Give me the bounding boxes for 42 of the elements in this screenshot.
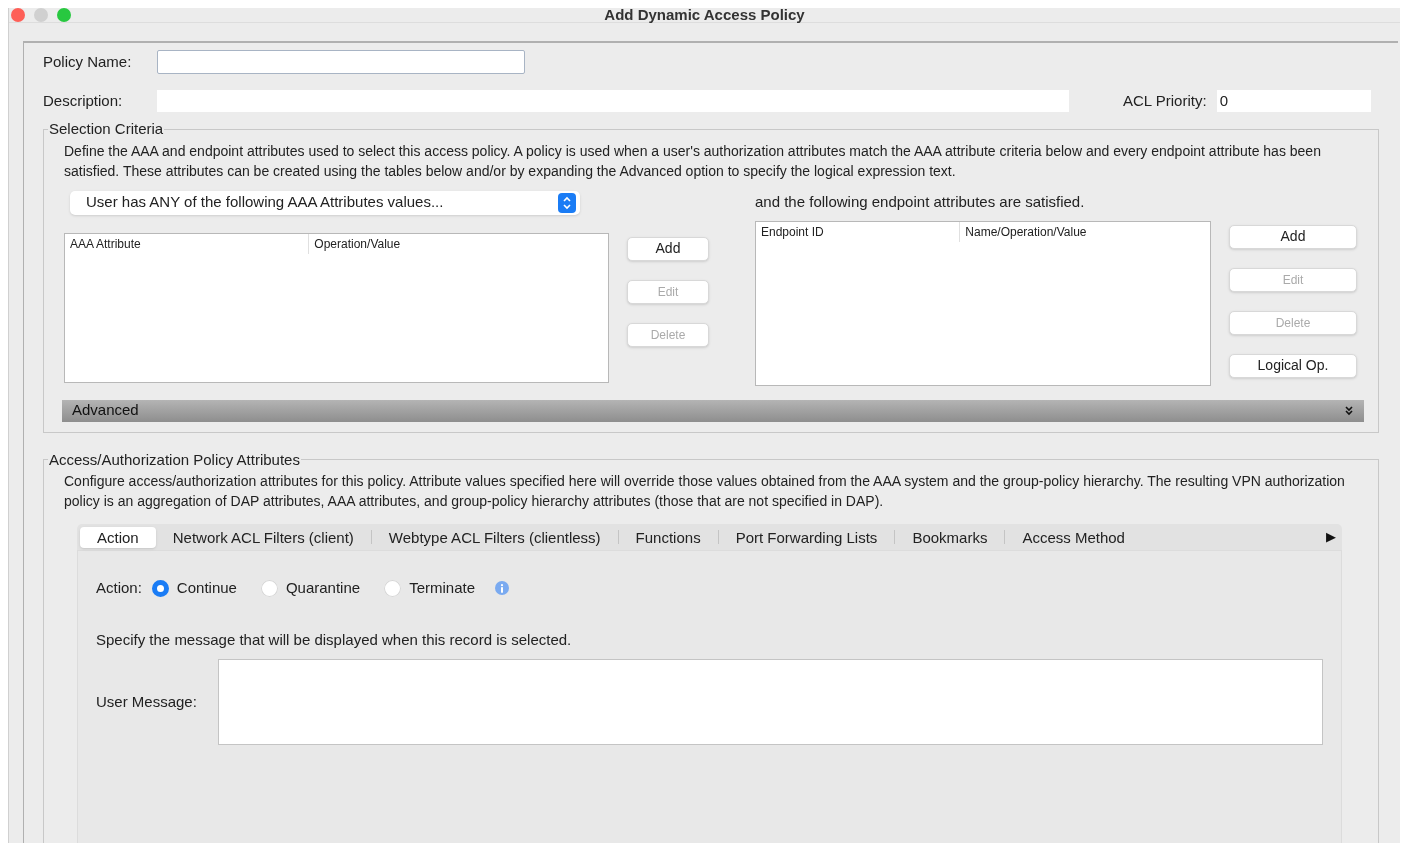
field-label: Action: [96,578,142,598]
tab[interactable]: Functions [618,526,718,548]
field-label: ACL Priority: [1123,90,1207,111]
field-label: Description: [43,90,124,111]
group-title: Access/Authorization Policy Attributes [48,449,301,470]
acl-priority-field[interactable]: 0 [1216,90,1371,112]
action-button[interactable]: Add [1229,224,1357,249]
tab-scroll-arrow[interactable]: ▶ [1326,527,1339,547]
tab[interactable]: Network ACL Filters (client) [155,526,371,548]
description-text: Define the AAA and endpoint attributes used to select this access policy. A policy is used when a user's authorization attributes match the AAA attribute criteria below and every endpoint attribute has been satisfied. These attributes can be created using the tables below and/or by expanding the Advanced option to specify the logical expression text. [64,141,1322,181]
attribute-table[interactable]: AAA Attribute Operation/Value [64,232,609,383]
tab[interactable]: Webtype ACL Filters (clientless) [371,526,618,548]
close-icon[interactable] [11,8,25,22]
group-title: Selection Criteria [48,119,165,139]
description-text: Configure access/authorization attributes for this policy. Attribute values specified here will override those values obtained from the AAA system and the group-policy hierarchy. The resulting VPN authorization policy is an aggregation of DAP attributes, AAA attributes, and group-policy hierarchy attributes (those that are not specified in DAP). [64,472,1346,511]
policy-name-field[interactable] [157,50,525,74]
hint-text: Specify the message that will be displayed when this record is selected. [96,629,573,650]
zoom-icon[interactable] [57,8,71,22]
radio-option[interactable]: Quarantine [260,577,361,600]
column-header[interactable]: Name/Operation/Value [960,221,1210,242]
tab[interactable]: Access Method [1005,526,1142,548]
chevron-icon [558,192,576,213]
window-title: Add Dynamic Access Policy [604,4,805,25]
field-label: Policy Name: [43,51,133,72]
attribute-select[interactable]: User has ANY of the following AAA Attributes values... [70,190,580,215]
column-header[interactable]: Operation/Value [309,233,608,254]
column-header[interactable]: Endpoint ID [756,221,961,242]
minimize-icon[interactable] [34,8,48,22]
advanced-bar[interactable]: Advanced [62,399,1364,422]
tab[interactable]: Action [80,526,156,548]
action-button[interactable]: Add [627,236,709,261]
user-message-field[interactable] [218,659,1323,745]
action-button[interactable]: Logical Op. [1229,353,1357,378]
column-header[interactable]: AAA Attribute [65,233,310,254]
tab[interactable]: Port Forwarding Lists [718,526,895,548]
radio-option[interactable]: Terminate [384,577,475,600]
field-label: User Message: [96,691,198,712]
endpoint-text: and the following endpoint attributes are satisfied. [755,192,1086,213]
tab[interactable]: Bookmarks [895,526,1005,548]
info-icon[interactable] [495,581,509,596]
attribute-table[interactable]: Endpoint ID Name/Operation/Value [755,220,1211,386]
radio-option[interactable]: Continue [151,577,237,600]
